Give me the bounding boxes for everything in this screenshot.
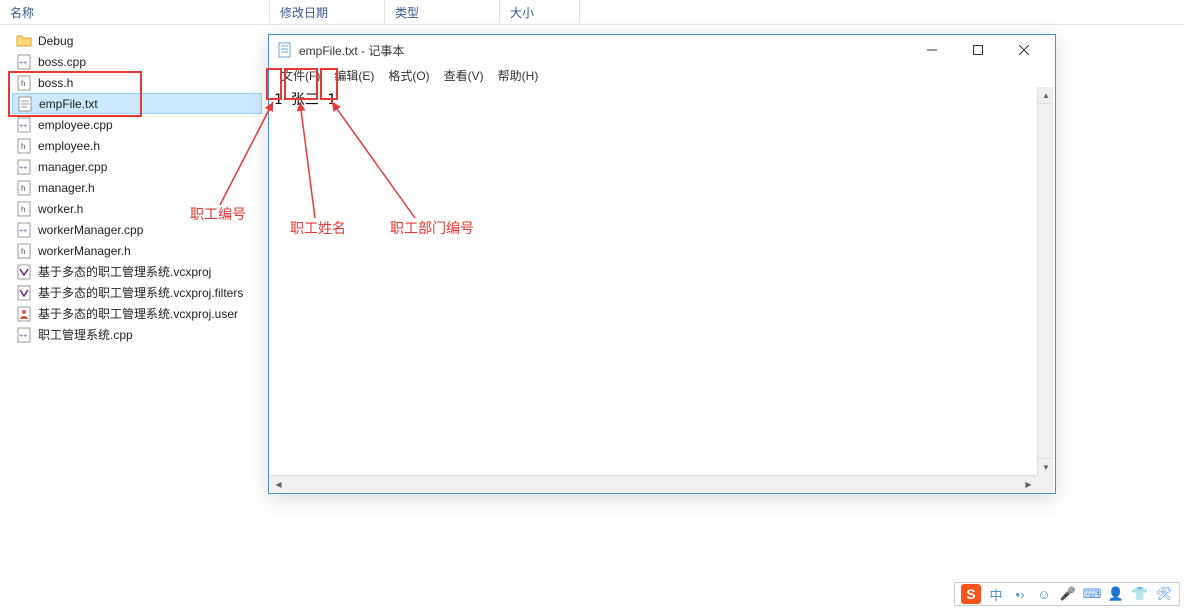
svg-text:++: ++ [19, 123, 27, 130]
ime-chinese-icon[interactable]: 中 [987, 585, 1005, 603]
svg-text:h: h [21, 247, 25, 256]
folder-icon [16, 33, 32, 49]
explorer-column-header: 名称 修改日期 类型 大小 [0, 0, 1184, 25]
col-name[interactable]: 名称 [0, 0, 270, 24]
scroll-left-icon[interactable]: ◀ [270, 476, 287, 493]
cpp-icon: ++ [16, 159, 32, 175]
maximize-button[interactable] [955, 36, 1001, 64]
file-row[interactable]: 基于多态的职工管理系统.vcxproj.user [12, 303, 262, 324]
file-label: empFile.txt [39, 97, 98, 111]
col-size[interactable]: 大小 [500, 0, 580, 24]
file-label: 基于多态的职工管理系统.vcxproj [38, 263, 211, 280]
file-row[interactable]: h workerManager.h [12, 240, 262, 261]
file-row[interactable]: 基于多态的职工管理系统.vcxproj [12, 261, 262, 282]
ime-voice-icon[interactable]: 🎤 [1059, 585, 1077, 603]
file-row[interactable]: ++ workerManager.cpp [12, 219, 262, 240]
h-icon: h [16, 180, 32, 196]
file-label: 基于多态的职工管理系统.vcxproj.filters [38, 284, 243, 301]
col-date[interactable]: 修改日期 [270, 0, 385, 24]
file-label: employee.cpp [38, 118, 113, 132]
ime-toolbox-icon[interactable]: 🛠 [1155, 585, 1173, 603]
notepad-icon [277, 42, 293, 58]
content-dept: 1 [327, 92, 335, 108]
notepad-window: empFile.txt - 记事本 文件(F)编辑(E)格式(O)查看(V)帮助… [268, 34, 1056, 494]
svg-text:h: h [21, 184, 25, 193]
file-row[interactable]: ++ 职工管理系统.cpp [12, 324, 262, 345]
close-button[interactable] [1001, 36, 1047, 64]
ime-keyboard-icon[interactable]: ⌨ [1083, 585, 1101, 603]
scroll-corner [1037, 475, 1054, 492]
editor-area[interactable]: 1 张三 1 [270, 87, 1037, 475]
ime-punct-icon[interactable]: •› [1011, 585, 1029, 603]
svg-text:++: ++ [19, 165, 27, 172]
svg-text:h: h [21, 79, 25, 88]
file-label: workerManager.cpp [38, 223, 143, 237]
minimize-button[interactable] [909, 36, 955, 64]
cpp-icon: ++ [16, 222, 32, 238]
file-row[interactable]: h manager.h [12, 177, 262, 198]
ime-user-icon[interactable]: 👤 [1107, 585, 1125, 603]
file-row[interactable]: Debug [12, 30, 262, 51]
content-name: 张三 [291, 92, 319, 108]
h-icon: h [16, 201, 32, 217]
menu-item[interactable]: 编辑(E) [328, 65, 380, 86]
file-row[interactable]: empFile.txt [12, 93, 262, 114]
menu-item[interactable]: 查看(V) [438, 65, 490, 86]
content-id: 1 [274, 92, 282, 108]
file-label: manager.cpp [38, 160, 107, 174]
svg-text:++: ++ [19, 60, 27, 67]
file-row[interactable]: ++ boss.cpp [12, 51, 262, 72]
file-row[interactable]: ++ manager.cpp [12, 156, 262, 177]
file-row[interactable]: h employee.h [12, 135, 262, 156]
file-label: boss.cpp [38, 55, 86, 69]
file-label: worker.h [38, 202, 83, 216]
h-icon: h [16, 243, 32, 259]
svg-text:h: h [21, 205, 25, 214]
file-row[interactable]: ++ employee.cpp [12, 114, 262, 135]
file-label: Debug [38, 34, 73, 48]
col-type[interactable]: 类型 [385, 0, 500, 24]
file-list: Debug ++ boss.cpp h boss.h empFile.txt ++ emplo… [12, 30, 262, 345]
window-title: empFile.txt - 记事本 [299, 42, 909, 59]
menu-item[interactable]: 文件(F) [275, 65, 326, 86]
file-label: 基于多态的职工管理系统.vcxproj.user [38, 305, 238, 322]
cpp-icon: ++ [16, 117, 32, 133]
file-row[interactable]: h worker.h [12, 198, 262, 219]
svg-text:++: ++ [19, 333, 27, 340]
svg-text:h: h [21, 142, 25, 151]
file-row[interactable]: h boss.h [12, 72, 262, 93]
vcx-icon [16, 285, 32, 301]
menu-item[interactable]: 帮助(H) [492, 65, 545, 86]
scroll-down-icon[interactable]: ▼ [1038, 458, 1054, 475]
ime-emoji-icon[interactable]: ☺ [1035, 585, 1053, 603]
file-label: 职工管理系统.cpp [38, 326, 133, 343]
txt-icon [17, 96, 33, 112]
cpp-icon: ++ [16, 327, 32, 343]
scroll-up-icon[interactable]: ▲ [1038, 87, 1054, 104]
menu-item[interactable]: 格式(O) [382, 65, 435, 86]
vcx-icon [16, 264, 32, 280]
cpp-icon: ++ [16, 54, 32, 70]
sogou-icon[interactable]: S [961, 584, 981, 604]
vcxu-icon [16, 306, 32, 322]
h-icon: h [16, 75, 32, 91]
file-row[interactable]: 基于多态的职工管理系统.vcxproj.filters [12, 282, 262, 303]
menubar: 文件(F)编辑(E)格式(O)查看(V)帮助(H) [269, 65, 1055, 85]
titlebar[interactable]: empFile.txt - 记事本 [269, 35, 1055, 65]
scroll-right-icon[interactable]: ▶ [1020, 476, 1037, 493]
horizontal-scrollbar[interactable]: ◀ ▶ [270, 475, 1037, 492]
ime-toolbar[interactable]: S 中 •› ☺ 🎤 ⌨ 👤 👕 🛠 [954, 582, 1180, 606]
h-icon: h [16, 138, 32, 154]
ime-skin-icon[interactable]: 👕 [1131, 585, 1149, 603]
vertical-scrollbar[interactable]: ▲ ▼ [1037, 87, 1054, 475]
file-label: employee.h [38, 139, 100, 153]
file-label: workerManager.h [38, 244, 131, 258]
svg-text:++: ++ [19, 228, 27, 235]
file-label: boss.h [38, 76, 73, 90]
file-label: manager.h [38, 181, 95, 195]
